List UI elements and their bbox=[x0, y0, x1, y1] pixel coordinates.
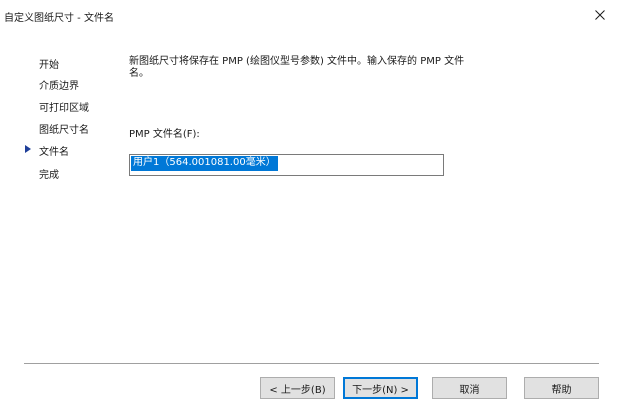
step-file-name: 文件名 bbox=[39, 147, 69, 158]
footer-divider bbox=[24, 363, 599, 364]
step-media-bounds: 介质边界 bbox=[39, 81, 79, 92]
cancel-button[interactable]: 取消 bbox=[432, 377, 507, 399]
close-icon bbox=[595, 10, 605, 20]
step-finish: 完成 bbox=[39, 170, 59, 181]
current-step-arrow-icon bbox=[25, 145, 31, 153]
step-description: 新图纸尺寸将保存在 PMP (绘图仪型号参数) 文件中。输入保存的 PMP 文件… bbox=[129, 56, 465, 79]
title-bar: 自定义图纸尺寸 - 文件名 bbox=[0, 0, 620, 30]
step-start: 开始 bbox=[39, 60, 59, 71]
close-button[interactable] bbox=[580, 0, 620, 30]
pmp-filename-value: 用户1（564.001081.00毫米） bbox=[131, 156, 278, 171]
step-paper-size-name: 图纸尺寸名 bbox=[39, 125, 89, 136]
pmp-filename-input[interactable]: 用户1（564.001081.00毫米） bbox=[129, 154, 444, 176]
back-button[interactable]: < 上一步(B) bbox=[260, 377, 335, 399]
pmp-filename-label: PMP 文件名(F): bbox=[129, 129, 200, 140]
help-button[interactable]: 帮助 bbox=[524, 377, 599, 399]
next-button[interactable]: 下一步(N) > bbox=[343, 377, 418, 399]
step-printable-area: 可打印区域 bbox=[39, 103, 89, 114]
window-title: 自定义图纸尺寸 - 文件名 bbox=[4, 13, 114, 24]
